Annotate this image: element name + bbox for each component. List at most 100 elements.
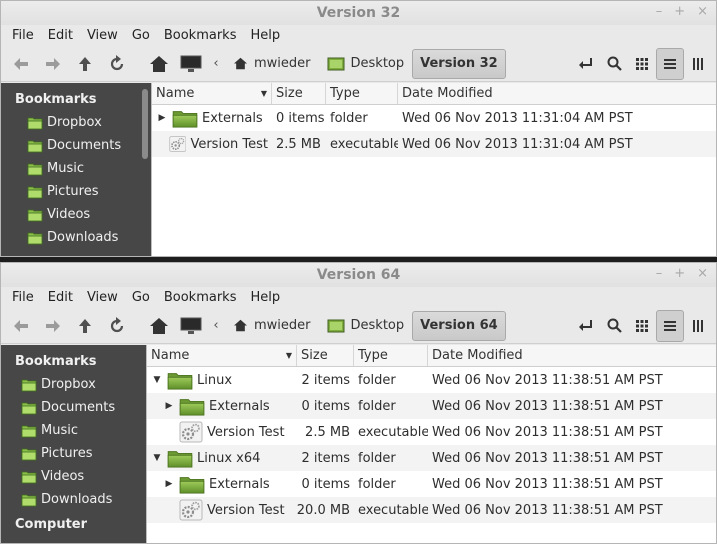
sidebar-item-documents[interactable]: Documents: [1, 134, 151, 157]
column-header-size[interactable]: Size: [297, 345, 354, 366]
column-header-date[interactable]: Date Modified: [398, 83, 716, 104]
back-arrow-icon[interactable]: [5, 48, 37, 80]
file-list: Name ▼ Size Type Date Modified ▼ Linux 2 …: [146, 345, 716, 543]
forward-arrow-icon[interactable]: [37, 310, 69, 342]
folder-icon: [27, 139, 43, 153]
computer-icon[interactable]: [175, 48, 207, 80]
table-row[interactable]: ▶ Externals 0 items folder Wed 06 Nov 20…: [147, 393, 716, 419]
list-view-icon[interactable]: [656, 309, 684, 342]
table-row[interactable]: Version Test 2.5 MB executable Wed 06 No…: [147, 419, 716, 445]
column-header-size[interactable]: Size: [272, 83, 326, 104]
up-arrow-icon[interactable]: [69, 48, 101, 80]
folder-icon: [27, 231, 43, 245]
table-row[interactable]: ▼ Linux 2 items folder Wed 06 Nov 2013 1…: [147, 367, 716, 393]
folder-icon: [21, 424, 37, 438]
minimize-icon[interactable]: –: [656, 4, 663, 19]
location-toggle-icon[interactable]: [572, 48, 600, 80]
file-list: Name ▼ Size Type Date Modified ▶ External…: [151, 83, 716, 256]
window-title: Version 64: [316, 267, 401, 283]
table-row[interactable]: ▶ Externals 0 items folder Wed 06 Nov 20…: [152, 105, 716, 131]
compact-view-icon[interactable]: [684, 310, 712, 342]
maximize-icon[interactable]: +: [674, 266, 685, 281]
forward-arrow-icon[interactable]: [37, 48, 69, 80]
up-arrow-icon[interactable]: [69, 310, 101, 342]
sidebar-item-music[interactable]: Music: [1, 419, 146, 442]
expander-right-icon[interactable]: ▶: [163, 401, 175, 411]
list-view-icon[interactable]: [656, 47, 684, 80]
gears-icon: [179, 499, 203, 521]
location-toggle-icon[interactable]: [572, 310, 600, 342]
close-icon[interactable]: ×: [697, 4, 708, 19]
sidebar-item-documents[interactable]: Documents: [1, 396, 146, 419]
column-header-name[interactable]: Name ▼: [152, 83, 272, 104]
column-header-name[interactable]: Name ▼: [147, 345, 297, 366]
breadcrumb-home[interactable]: mwieder: [225, 49, 319, 79]
column-header-row: Name ▼ Size Type Date Modified: [152, 83, 716, 105]
menu-view[interactable]: View: [80, 290, 125, 305]
sidebar-item-downloads[interactable]: Downloads: [1, 488, 146, 511]
menu-go[interactable]: Go: [125, 28, 157, 43]
reload-icon[interactable]: [101, 310, 133, 342]
home-icon[interactable]: [143, 310, 175, 342]
sidebar-item-downloads[interactable]: Downloads: [1, 226, 151, 249]
home-icon: [234, 319, 247, 332]
home-icon[interactable]: [143, 48, 175, 80]
icon-view-icon[interactable]: [628, 310, 656, 342]
search-icon[interactable]: [600, 48, 628, 80]
sidebar-item-dropbox[interactable]: Dropbox: [1, 373, 146, 396]
menu-file[interactable]: File: [5, 28, 41, 43]
sidebar-item-dropbox[interactable]: Dropbox: [1, 111, 151, 134]
chevron-left-icon[interactable]: ‹: [207, 48, 225, 80]
sidebar-item-videos[interactable]: Videos: [1, 465, 146, 488]
chevron-left-icon[interactable]: ‹: [207, 310, 225, 342]
menu-file[interactable]: File: [5, 290, 41, 305]
search-icon[interactable]: [600, 310, 628, 342]
menu-edit[interactable]: Edit: [41, 290, 80, 305]
menu-go[interactable]: Go: [125, 290, 157, 305]
sidebar-item-music[interactable]: Music: [1, 157, 151, 180]
file-manager-window: Version 32 – + × File Edit View Go Bookm…: [0, 0, 717, 257]
sidebar-item-pictures[interactable]: Pictures: [1, 442, 146, 465]
menu-edit[interactable]: Edit: [41, 28, 80, 43]
column-header-type[interactable]: Type: [326, 83, 398, 104]
expander-right-icon[interactable]: ▶: [156, 113, 168, 123]
folder-icon: [179, 396, 205, 416]
breadcrumb-home[interactable]: mwieder: [225, 311, 319, 341]
column-header-type[interactable]: Type: [354, 345, 428, 366]
breadcrumb-current[interactable]: Version 64: [412, 310, 506, 341]
folder-icon: [27, 116, 43, 130]
breadcrumb-desktop[interactable]: Desktop: [319, 311, 413, 341]
file-manager-window: Version 64 – + × File Edit View Go Bookm…: [0, 262, 717, 544]
table-row[interactable]: ▼ Linux x64 2 items folder Wed 06 Nov 20…: [147, 445, 716, 471]
expander-down-icon[interactable]: ▼: [151, 375, 163, 385]
title-bar[interactable]: Version 32 – + ×: [1, 1, 716, 25]
table-row[interactable]: Version Test 2.5 MB executable Wed 06 No…: [152, 131, 716, 157]
menu-help[interactable]: Help: [243, 290, 287, 305]
table-row[interactable]: ▶ Externals 0 items folder Wed 06 Nov 20…: [147, 471, 716, 497]
menu-view[interactable]: View: [80, 28, 125, 43]
gears-icon: [169, 133, 187, 155]
sidebar-scrollbar[interactable]: [142, 89, 148, 159]
table-row[interactable]: Version Test 20.0 MB executable Wed 06 N…: [147, 497, 716, 523]
back-arrow-icon[interactable]: [5, 310, 37, 342]
close-icon[interactable]: ×: [697, 266, 708, 281]
expander-right-icon[interactable]: ▶: [163, 479, 175, 489]
minimize-icon[interactable]: –: [656, 266, 663, 281]
computer-icon[interactable]: [175, 310, 207, 342]
maximize-icon[interactable]: +: [674, 4, 685, 19]
breadcrumb-desktop[interactable]: Desktop: [319, 49, 413, 79]
icon-view-icon[interactable]: [628, 48, 656, 80]
sidebar-item-pictures[interactable]: Pictures: [1, 180, 151, 203]
reload-icon[interactable]: [101, 48, 133, 80]
menu-bookmarks[interactable]: Bookmarks: [157, 290, 244, 305]
breadcrumb-current[interactable]: Version 32: [412, 48, 506, 79]
column-header-date[interactable]: Date Modified: [428, 345, 716, 366]
expander-down-icon[interactable]: ▼: [151, 453, 163, 463]
menu-help[interactable]: Help: [243, 28, 287, 43]
compact-view-icon[interactable]: [684, 48, 712, 80]
sidebar-item-videos[interactable]: Videos: [1, 203, 151, 226]
title-bar[interactable]: Version 64 – + ×: [1, 263, 716, 287]
menu-bookmarks[interactable]: Bookmarks: [157, 28, 244, 43]
window-title: Version 32: [316, 5, 401, 21]
folder-icon: [27, 162, 43, 176]
